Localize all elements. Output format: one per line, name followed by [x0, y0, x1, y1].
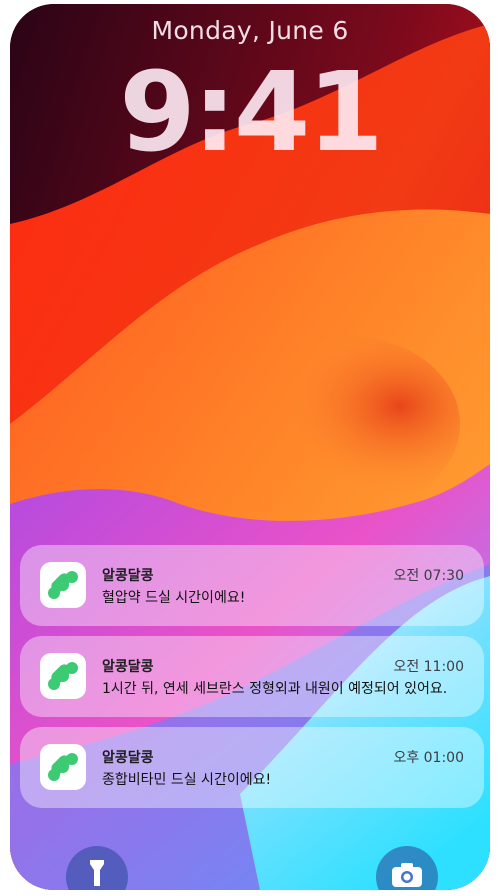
lock-screen: Monday, June 6 9:41 알콩달콩 오전 07:30 혈압약 드실… [10, 4, 490, 890]
notification-time: 오전 11:00 [393, 659, 464, 675]
app-icon [40, 653, 86, 699]
notification-card[interactable]: 알콩달콩 오후 01:00 종합비타민 드실 시간이에요! [20, 727, 484, 808]
app-name: 알콩달콩 [102, 568, 154, 584]
notification-card[interactable]: 알콩달콩 오전 11:00 1시간 뒤, 연세 세브란스 정형외과 내원이 예정… [20, 636, 484, 717]
notification-message: 혈압약 드실 시간이에요! [102, 590, 246, 606]
pill-icon [48, 753, 78, 781]
notification-message: 1시간 뒤, 연세 세브란스 정형외과 내원이 예정되어 있어요. [102, 681, 448, 697]
flashlight-icon [90, 860, 104, 886]
camera-button[interactable] [376, 846, 438, 890]
notification-card[interactable]: 알콩달콩 오전 07:30 혈압약 드실 시간이에요! [20, 545, 484, 626]
notification-message: 종합비타민 드실 시간이에요! [102, 772, 272, 788]
flashlight-button[interactable] [66, 846, 128, 890]
camera-icon [392, 863, 422, 887]
lock-date: Monday, June 6 [151, 16, 349, 45]
lock-clock: 9:41 [119, 48, 384, 176]
pill-icon [48, 571, 78, 599]
app-name: 알콩달콩 [102, 750, 154, 766]
pill-icon [48, 662, 78, 690]
notification-time: 오전 07:30 [393, 568, 464, 584]
notification-time: 오후 01:00 [393, 750, 464, 766]
app-icon [40, 562, 86, 608]
app-name: 알콩달콩 [102, 659, 154, 675]
app-icon [40, 744, 86, 790]
